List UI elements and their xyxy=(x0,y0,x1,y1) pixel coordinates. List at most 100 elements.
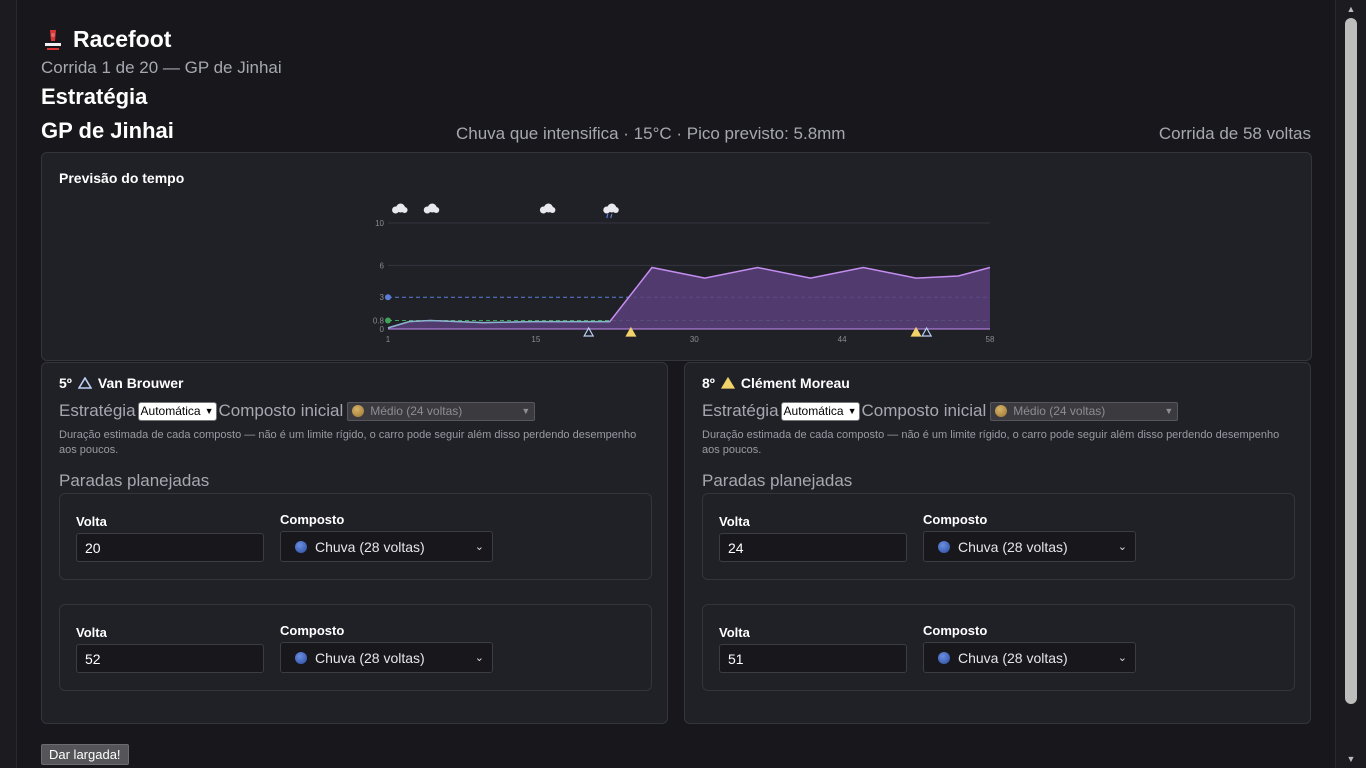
rain-area xyxy=(388,267,990,329)
driver-name: Van Brouwer xyxy=(97,375,184,391)
compound-label: Composto xyxy=(923,512,988,527)
chevron-down-icon: ▼ xyxy=(204,406,214,416)
pit-stop-2: Volta Composto 52 Chuva (28 voltas) ⌄ xyxy=(59,604,652,691)
rain-drop xyxy=(606,213,609,219)
pit-stop-2: Volta Composto 51 Chuva (28 voltas) ⌄ xyxy=(702,604,1295,691)
lap-label: Volta xyxy=(719,625,750,640)
lap-input[interactable]: 51 xyxy=(719,644,907,673)
section-title: Estratégia xyxy=(41,84,148,109)
rain-tyre-icon xyxy=(938,540,950,553)
compound-label: Composto xyxy=(280,623,345,638)
y-tick-label: 0 xyxy=(380,325,385,334)
app-title: Racefoot xyxy=(73,26,172,52)
x-tick-label: 1 xyxy=(386,335,391,344)
cloud-icon xyxy=(401,207,408,213)
compound-hint: Duração estimada de cada composto — não … xyxy=(59,429,637,456)
driver-position: 8º xyxy=(702,375,715,391)
initial-compound-label: Composto inicial xyxy=(861,401,987,420)
x-tick-label: 30 xyxy=(690,335,699,344)
strategy-value: Automática xyxy=(140,404,201,418)
rain-tyre-icon xyxy=(938,651,950,664)
compound-label: Composto xyxy=(280,512,345,527)
strategy-label: Estratégia xyxy=(59,401,136,420)
initial-compound-select[interactable]: Médio (24 voltas) ▼ xyxy=(347,401,536,421)
race-subtitle: Corrida 1 de 20 — GP de Jinhai xyxy=(41,58,282,77)
compound-value: Chuva (28 voltas) xyxy=(315,538,425,555)
pit-stop-1: Volta Composto 20 Chuva (28 voltas) ⌄ xyxy=(59,493,652,580)
cloud-icon xyxy=(549,207,556,213)
x-tick-label: 58 xyxy=(986,335,995,344)
compound-value: Chuva (28 voltas) xyxy=(315,649,425,666)
y-tick-label: 6 xyxy=(380,261,385,270)
strategy-select[interactable]: Automática ▼ xyxy=(780,401,860,421)
racing-flag-icon xyxy=(45,29,61,50)
threshold-dot xyxy=(385,294,391,301)
rain-tyre-icon xyxy=(295,651,307,664)
driver-name: Clément Moreau xyxy=(740,375,850,391)
compound-select[interactable]: Chuva (28 voltas) ⌄ xyxy=(280,642,493,673)
y-tick-label: 0.8 xyxy=(373,317,385,326)
scroll-up-icon[interactable]: ▲ xyxy=(1336,0,1366,18)
initial-compound-value: Médio (24 voltas) xyxy=(1013,404,1106,418)
medium-tyre-icon xyxy=(995,405,1008,417)
lap-label: Volta xyxy=(76,625,107,640)
app-header: Racefoot xyxy=(41,26,171,53)
compound-value: Chuva (28 voltas) xyxy=(958,538,1068,555)
chevron-down-icon: ⌄ xyxy=(474,541,484,553)
x-tick-label: 15 xyxy=(531,335,540,344)
driver-card-2: 8º Clément Moreau Estratégia Automática … xyxy=(684,362,1311,724)
vertical-scrollbar[interactable]: ▲ ▼ xyxy=(1336,0,1366,768)
initial-compound-select[interactable]: Médio (24 voltas) ▼ xyxy=(990,401,1179,421)
compound-select[interactable]: Chuva (28 voltas) ⌄ xyxy=(923,642,1136,673)
chevron-down-icon: ⌄ xyxy=(1117,541,1127,553)
initial-compound-value: Médio (24 voltas) xyxy=(370,404,463,418)
compound-select[interactable]: Chuva (28 voltas) ⌄ xyxy=(923,531,1136,562)
chevron-down-icon: ▼ xyxy=(521,406,531,416)
driver-header: 8º Clément Moreau xyxy=(702,375,850,391)
forecast-chart: 00.8 3 6 10 1 15 30 44 58 xyxy=(373,203,995,344)
start-race-button[interactable]: Dar largada! xyxy=(41,744,129,765)
triangle-marker-icon xyxy=(720,377,735,389)
gp-info-row: GP de Jinhai Chuva que intensifica · 15°… xyxy=(41,118,1311,148)
strategy-value: Automática xyxy=(783,404,844,418)
lap-input[interactable]: 20 xyxy=(76,533,264,562)
rain-tyre-icon xyxy=(295,540,307,553)
page: Racefoot Corrida 1 de 20 — GP de Jinhai … xyxy=(16,0,1336,768)
chevron-down-icon: ⌄ xyxy=(1117,652,1127,664)
strategy-label: Estratégia xyxy=(702,401,779,420)
rain-drop xyxy=(610,213,613,219)
compound-value: Chuva (28 voltas) xyxy=(958,649,1068,666)
y-tick-label: 10 xyxy=(375,219,384,228)
y-tick-label: 3 xyxy=(380,293,385,302)
planned-stops-title: Paradas planejadas xyxy=(59,471,210,490)
strategy-row: Estratégia Automática ▼ Composto inicial… xyxy=(59,401,536,421)
lap-input[interactable]: 24 xyxy=(719,533,907,562)
triangle-marker-icon xyxy=(77,377,92,389)
driver-header: 5º Van Brouwer xyxy=(59,375,184,391)
threshold-dot xyxy=(385,317,391,324)
gp-laps: Corrida de 58 voltas xyxy=(1158,124,1311,143)
scroll-down-icon[interactable]: ▼ xyxy=(1336,750,1366,768)
driver-position: 5º xyxy=(59,375,72,391)
strategy-row: Estratégia Automática ▼ Composto inicial… xyxy=(702,401,1179,421)
initial-compound-label: Composto inicial xyxy=(218,401,344,420)
chevron-down-icon: ▼ xyxy=(847,406,857,416)
chevron-down-icon: ▼ xyxy=(1164,406,1174,416)
scrollbar-thumb[interactable] xyxy=(1345,18,1357,704)
gp-name: GP de Jinhai xyxy=(41,118,174,143)
forecast-card: Previsão do tempo 0 0.8 3 6 10 1 15 30 44 58 xyxy=(41,152,1312,361)
compound-hint: Duração estimada de cada composto — não … xyxy=(702,429,1280,456)
pit-stop-1: Volta Composto 24 Chuva (28 voltas) ⌄ xyxy=(702,493,1295,580)
compound-select[interactable]: Chuva (28 voltas) ⌄ xyxy=(280,531,493,562)
driver-card-1: 5º Van Brouwer Estratégia Automática ▼ C… xyxy=(41,362,668,724)
strategy-select[interactable]: Automática ▼ xyxy=(137,401,217,421)
x-tick-label: 44 xyxy=(838,335,847,344)
forecast-title: Previsão do tempo xyxy=(59,170,185,186)
lap-input[interactable]: 52 xyxy=(76,644,264,673)
cloud-icon xyxy=(433,207,440,213)
medium-tyre-icon xyxy=(352,405,365,417)
lap-label: Volta xyxy=(719,514,750,529)
compound-label: Composto xyxy=(923,623,988,638)
planned-stops-title: Paradas planejadas xyxy=(702,471,853,490)
chevron-down-icon: ⌄ xyxy=(474,652,484,664)
